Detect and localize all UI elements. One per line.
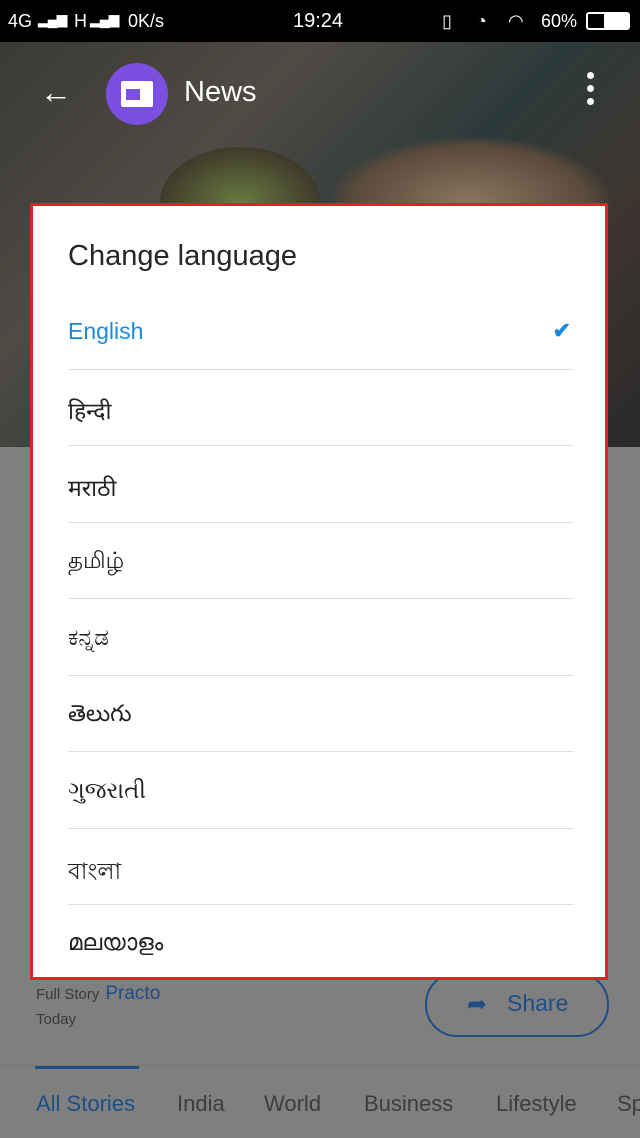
signal-icon: ▂▄▆ <box>38 11 67 27</box>
clock: 19:24 <box>293 10 344 32</box>
battery-level: 60% <box>541 11 578 31</box>
battery-icon <box>586 12 630 30</box>
vibrate-icon: ▯ <box>442 11 452 31</box>
network-type-2: H <box>74 11 87 31</box>
tab-india[interactable]: India <box>177 1091 225 1117</box>
tab-world[interactable]: World <box>264 1091 321 1117</box>
tab-business[interactable]: Business <box>364 1091 453 1117</box>
language-label: മലയാളം <box>68 929 164 955</box>
language-option-telugu[interactable]: తెలుగు <box>68 676 573 752</box>
language-option-malayalam[interactable]: മലയാളം <box>68 905 573 981</box>
share-icon: ➦ <box>467 991 488 1018</box>
language-label: தமிழ் <box>68 547 125 573</box>
checkmark-icon: ✔ <box>552 318 571 343</box>
tab-sports[interactable]: Sp <box>617 1091 640 1117</box>
language-option-hindi[interactable]: हिन्दी <box>68 370 573 446</box>
app-title: News <box>184 76 257 108</box>
story-source-link[interactable]: Practo <box>105 983 160 1004</box>
language-label: English <box>68 318 144 344</box>
data-speed: 0K/s <box>128 11 165 31</box>
language-label: ಕನ್ನಡ <box>68 624 109 650</box>
story-date: Today <box>36 1011 77 1028</box>
wifi-icon: ◠ <box>508 11 524 31</box>
news-logo-icon <box>106 63 168 125</box>
language-label: हिन्दी <box>68 398 112 424</box>
tab-all-stories[interactable]: All Stories <box>36 1091 135 1117</box>
language-option-bengali[interactable]: বাংলা <box>68 829 573 905</box>
change-language-dialog: Change language English ✔ हिन्दी मराठी தம… <box>30 203 608 980</box>
language-option-english[interactable]: English ✔ <box>68 294 573 370</box>
full-story-label: Full Story <box>36 986 100 1003</box>
network-type: 4G <box>8 11 33 31</box>
active-tab-indicator <box>35 1066 139 1069</box>
signal-icon-2: ▂▄▆ <box>90 11 119 27</box>
language-label: ગુજરાતી <box>68 777 146 803</box>
language-label: বাংলা <box>68 858 122 884</box>
app-bar: ← News <box>0 42 640 142</box>
full-story: Full Story Practo <box>36 983 160 1005</box>
language-label: తెలుగు <box>68 700 132 726</box>
language-option-tamil[interactable]: தமிழ் <box>68 523 573 599</box>
tab-lifestyle[interactable]: Lifestyle <box>496 1091 577 1117</box>
dialog-title: Change language <box>68 240 297 272</box>
language-label: मराठी <box>68 475 117 501</box>
more-options-icon[interactable] <box>580 72 600 111</box>
language-option-marathi[interactable]: मराठी <box>68 447 573 523</box>
language-option-gujarati[interactable]: ગુજરાતી <box>68 753 573 829</box>
back-arrow-icon[interactable]: ← <box>40 74 72 111</box>
share-button[interactable]: ➦ Share <box>425 972 609 1037</box>
share-label: Share <box>507 990 569 1016</box>
category-tabs: All Stories India World Business Lifesty… <box>0 1065 640 1138</box>
alarm-icon: ◔ <box>476 11 487 31</box>
status-bar: 4G ▂▄▆ H ▂▄▆ 0K/s 19:24 ▯ ◔ ◠ 60% <box>0 0 640 42</box>
language-option-kannada[interactable]: ಕನ್ನಡ <box>68 600 573 676</box>
